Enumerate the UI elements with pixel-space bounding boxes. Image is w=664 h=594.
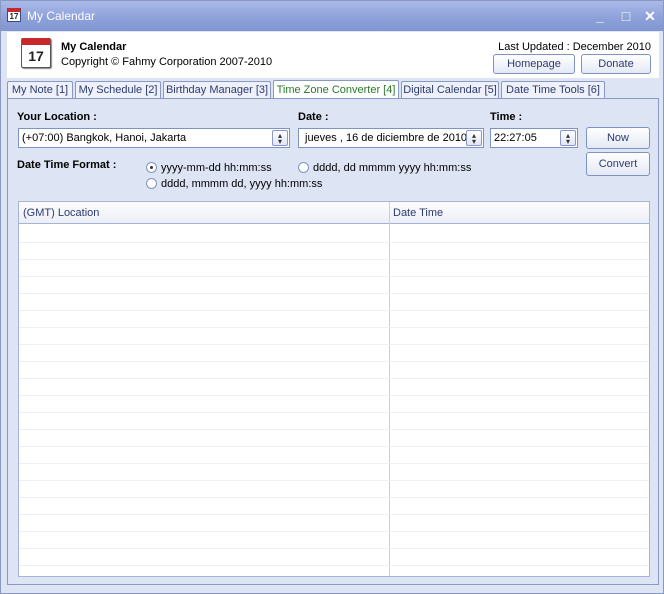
- radio-unchecked-icon[interactable]: [298, 162, 309, 173]
- calendar-icon: 17: [21, 38, 51, 68]
- table-row: [19, 412, 649, 413]
- convert-button[interactable]: Convert: [586, 152, 650, 176]
- table-row: [19, 259, 649, 260]
- minimize-icon[interactable]: _: [591, 7, 609, 25]
- tab-date-time-tools[interactable]: Date Time Tools [6]: [501, 81, 605, 99]
- tab-my-schedule[interactable]: My Schedule [2]: [75, 81, 161, 99]
- tab-digital-calendar[interactable]: Digital Calendar [5]: [401, 81, 499, 99]
- app-window: 17 My Calendar _ □ ✕ 17 My Calendar Copy…: [0, 0, 664, 594]
- tab-birthday-manager[interactable]: Birthday Manager [3]: [163, 81, 271, 99]
- maximize-icon[interactable]: □: [617, 7, 635, 25]
- date-picker[interactable]: jueves , 16 de diciembre de 2010 ▴ ▾: [298, 128, 484, 148]
- time-zone-converter-panel: Your Location : (+07:00) Bangkok, Hanoi,…: [7, 98, 659, 585]
- date-label: Date :: [298, 111, 329, 123]
- column-header-location[interactable]: (GMT) Location: [19, 202, 389, 224]
- format-option-1[interactable]: yyyy-mm-dd hh:mm:ss: [146, 162, 272, 174]
- table-row: [19, 242, 649, 243]
- time-input[interactable]: 22:27:05 ▴ ▾: [490, 128, 578, 148]
- time-value: 22:27:05: [494, 132, 537, 144]
- table-row: [19, 276, 649, 277]
- location-label: Your Location :: [17, 111, 97, 123]
- radio-unchecked-icon[interactable]: [146, 178, 157, 189]
- radio-checked-icon[interactable]: [146, 162, 157, 173]
- location-value: (+07:00) Bangkok, Hanoi, Jakarta: [22, 132, 187, 144]
- column-header-date-time[interactable]: Date Time: [389, 202, 649, 224]
- table-row: [19, 293, 649, 294]
- results-table[interactable]: (GMT) Location Date Time: [18, 201, 650, 577]
- date-time-format-label: Date Time Format :: [17, 159, 117, 171]
- table-row: [19, 514, 649, 515]
- table-row: [19, 463, 649, 464]
- format-option-2[interactable]: dddd, dd mmmm yyyy hh:mm:ss: [298, 162, 471, 174]
- dropdown-arrow-icon[interactable]: ▴ ▾: [272, 130, 288, 146]
- time-spinner-icon[interactable]: ▴ ▾: [560, 130, 576, 146]
- close-icon[interactable]: ✕: [641, 7, 659, 25]
- table-row: [19, 446, 649, 447]
- location-select[interactable]: (+07:00) Bangkok, Hanoi, Jakarta ▴ ▾: [18, 128, 290, 148]
- table-row: [19, 497, 649, 498]
- table-row: [19, 480, 649, 481]
- table-row: [19, 344, 649, 345]
- donate-button[interactable]: Donate: [581, 54, 651, 74]
- calendar-dropdown-icon[interactable]: ▴ ▾: [466, 130, 482, 146]
- table-row: [19, 565, 649, 566]
- table-row: [19, 429, 649, 430]
- table-row: [19, 531, 649, 532]
- homepage-button[interactable]: Homepage: [493, 54, 575, 74]
- format-option-3[interactable]: dddd, mmmm dd, yyyy hh:mm:ss: [146, 178, 322, 190]
- time-label: Time :: [490, 111, 523, 123]
- now-button[interactable]: Now: [586, 127, 650, 149]
- tab-time-zone-converter[interactable]: Time Zone Converter [4]: [273, 80, 399, 99]
- table-row: [19, 361, 649, 362]
- table-row: [19, 548, 649, 549]
- calendar-icon: 17: [7, 8, 21, 22]
- tab-my-note[interactable]: My Note [1]: [7, 81, 73, 99]
- table-row: [19, 310, 649, 311]
- table-row: [19, 395, 649, 396]
- app-header: 17 My Calendar Copyright © Fahmy Corpora…: [7, 32, 659, 78]
- last-updated-text: Last Updated : December 2010: [498, 41, 651, 53]
- table-row: [19, 327, 649, 328]
- app-name: My Calendar: [61, 41, 127, 53]
- title-bar[interactable]: 17 My Calendar _ □ ✕: [1, 1, 663, 31]
- window-title: My Calendar: [27, 9, 96, 23]
- copyright-text: Copyright © Fahmy Corporation 2007-2010: [61, 56, 273, 68]
- table-row: [19, 378, 649, 379]
- table-header: (GMT) Location Date Time: [19, 202, 649, 224]
- date-value: jueves , 16 de diciembre de 2010: [305, 132, 468, 144]
